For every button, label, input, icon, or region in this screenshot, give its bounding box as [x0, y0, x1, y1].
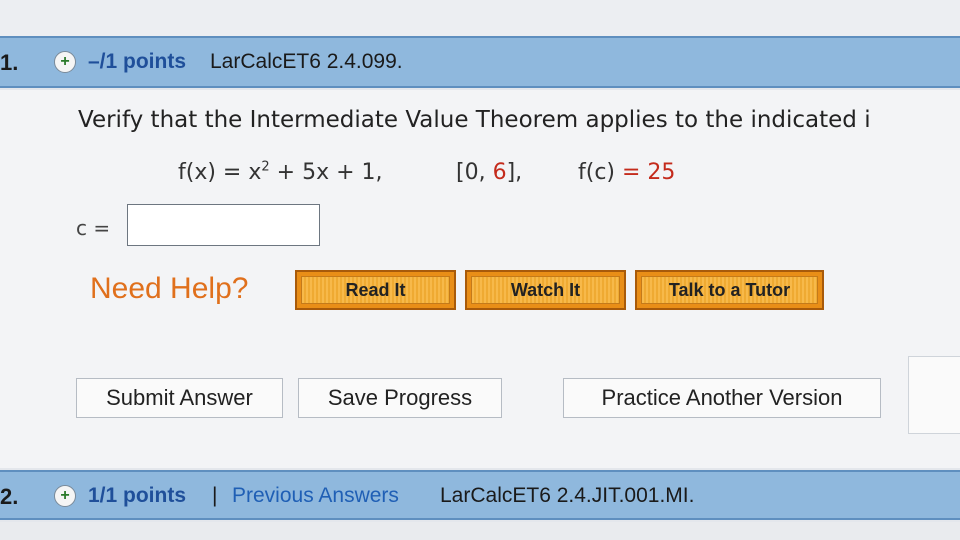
question-prompt: Verify that the Intermediate Value Theor… — [78, 107, 871, 133]
expand-plus-icon[interactable]: + — [54, 485, 76, 507]
function-def: f(x) = x2 + 5x + 1, — [178, 160, 383, 186]
expand-plus-icon[interactable]: + — [54, 51, 76, 73]
separator: | — [212, 484, 218, 507]
practice-another-version-button[interactable]: Practice Another Version — [563, 378, 881, 418]
side-panel — [908, 356, 960, 434]
question-2-header: 2. + 1/1 points | Previous Answers LarCa… — [0, 470, 960, 520]
previous-answers-link[interactable]: Previous Answers — [232, 484, 399, 508]
points-label: 1/1 points — [88, 484, 187, 507]
assignment-code: LarCalcET6 2.4.099. — [210, 50, 403, 73]
equation: f(x) = x2 + 5x + 1, — [178, 160, 383, 185]
question-number: 2. — [0, 484, 19, 509]
bottom-strip — [0, 522, 960, 540]
top-strip — [0, 0, 960, 38]
submit-answer-button[interactable]: Submit Answer — [76, 378, 283, 418]
points-label: –/1 points — [88, 50, 187, 73]
talk-to-tutor-button[interactable]: Talk to a Tutor — [635, 270, 824, 310]
watch-it-button[interactable]: Watch It — [465, 270, 626, 310]
interval: [0, 6], — [456, 160, 523, 185]
need-help-label: Need Help? — [90, 272, 249, 305]
c-label: c = — [76, 216, 111, 240]
target-value: f(c) = 25 — [578, 160, 676, 185]
assignment-code: LarCalcET6 2.4.JIT.001.MI. — [440, 484, 695, 507]
save-progress-button[interactable]: Save Progress — [298, 378, 502, 418]
c-answer-input[interactable] — [127, 204, 320, 246]
question-number: 1. — [0, 50, 19, 75]
question-1-header: 1. + –/1 points LarCalcET6 2.4.099. — [0, 36, 960, 88]
read-it-button[interactable]: Read It — [295, 270, 456, 310]
